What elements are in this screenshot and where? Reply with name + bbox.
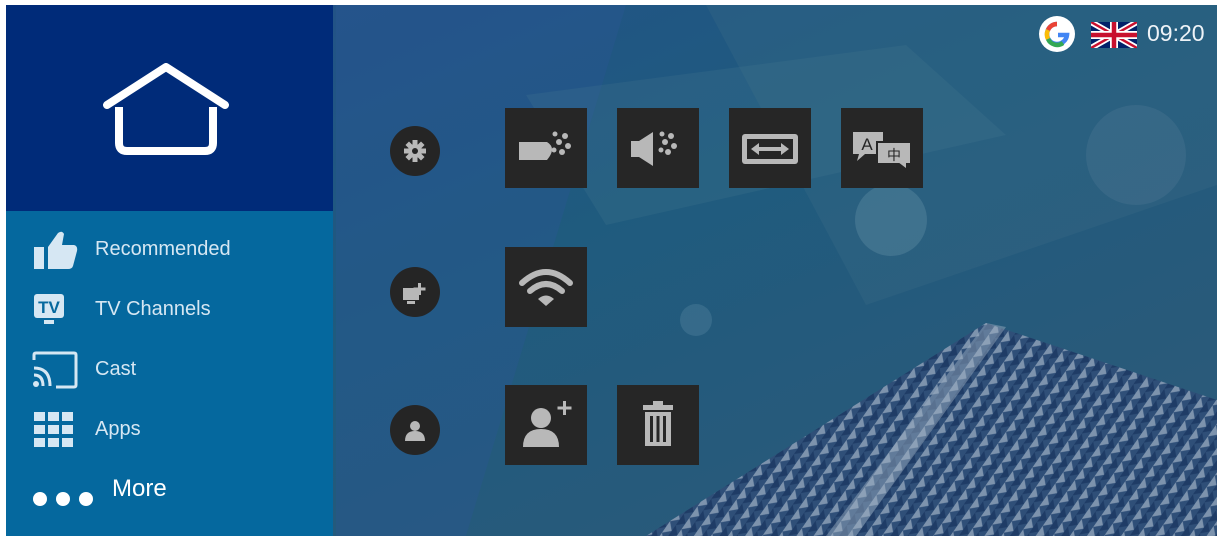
apps-grid-icon bbox=[34, 412, 73, 447]
sidebar-item-cast[interactable]: Cast bbox=[6, 340, 333, 396]
home-icon bbox=[103, 63, 229, 155]
sidebar-item-apps[interactable]: Apps bbox=[6, 400, 333, 456]
tv-home-screen: Recommended TV TV Channels Cast Apps Mor… bbox=[6, 5, 1217, 536]
settings-category-button[interactable] bbox=[390, 126, 440, 176]
tv-badge-text: TV bbox=[38, 298, 60, 317]
add-user-tile[interactable] bbox=[505, 385, 587, 465]
sidebar-item-more[interactable]: More bbox=[6, 460, 333, 516]
sidebar-item-recommended[interactable]: Recommended bbox=[6, 220, 333, 276]
tv-badge-icon: TV bbox=[34, 294, 64, 324]
picture-settings-tile[interactable] bbox=[505, 108, 587, 188]
language-icon: A 中 bbox=[853, 132, 912, 172]
sound-settings-icon bbox=[631, 131, 677, 166]
sidebar-item-label: More bbox=[112, 475, 167, 502]
language-chinese-glyph: 中 bbox=[887, 148, 901, 164]
uk-flag-icon bbox=[1091, 22, 1137, 48]
user-category-button[interactable] bbox=[390, 405, 440, 455]
aspect-ratio-icon bbox=[742, 134, 798, 164]
language-tile[interactable]: A 中 bbox=[841, 108, 923, 188]
trash-icon bbox=[643, 401, 673, 446]
wifi-tile[interactable] bbox=[505, 247, 587, 327]
language-latin-glyph: A bbox=[861, 135, 873, 154]
sidebar-item-tv-channels[interactable]: TV TV Channels bbox=[6, 280, 333, 336]
add-user-icon bbox=[523, 401, 572, 447]
sound-settings-tile[interactable] bbox=[617, 108, 699, 188]
delete-tile[interactable] bbox=[617, 385, 699, 465]
aspect-ratio-tile[interactable] bbox=[729, 108, 811, 188]
thumbs-up-icon bbox=[34, 231, 78, 269]
more-dots-icon bbox=[33, 492, 93, 506]
user-icon bbox=[405, 421, 425, 441]
sidebar-item-label: Cast bbox=[95, 358, 137, 380]
sidebar: Recommended TV TV Channels Cast Apps Mor… bbox=[6, 5, 333, 536]
sidebar-item-label: TV Channels bbox=[95, 298, 211, 320]
sidebar-item-label: Recommended bbox=[95, 238, 231, 260]
clock-time: 09:20 bbox=[1147, 20, 1205, 46]
cast-icon bbox=[32, 351, 78, 389]
home-panel[interactable] bbox=[6, 5, 333, 211]
wifi-icon bbox=[519, 269, 573, 306]
picture-settings-icon bbox=[519, 131, 571, 160]
device-add-icon bbox=[403, 283, 426, 304]
gear-icon bbox=[404, 140, 426, 162]
google-g-icon bbox=[1039, 16, 1075, 52]
sidebar-item-label: Apps bbox=[95, 418, 141, 440]
device-category-button[interactable] bbox=[390, 267, 440, 317]
